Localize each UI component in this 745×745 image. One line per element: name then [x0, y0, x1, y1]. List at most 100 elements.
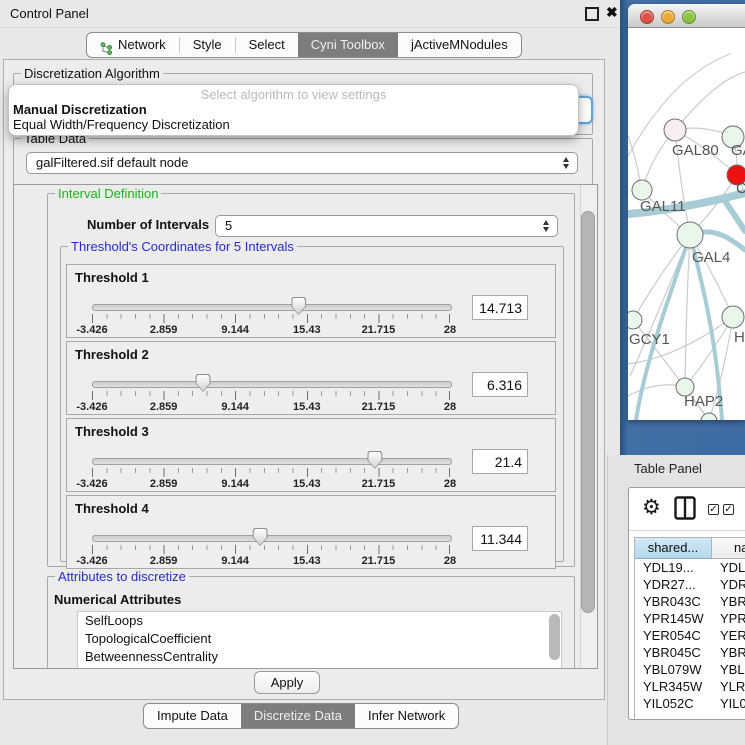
slider-track[interactable]: [92, 381, 452, 388]
table-cell[interactable]: YBL079W: [712, 661, 745, 678]
threshold-value-field[interactable]: 21.4: [472, 449, 528, 474]
slider-ticks: [92, 391, 450, 400]
table-cell[interactable]: YPR145W: [712, 610, 745, 627]
list-scrollbar[interactable]: [549, 614, 560, 660]
table-row[interactable]: YPR145WYPR145W: [635, 610, 745, 627]
table-row[interactable]: YBR045CYBR045C: [635, 644, 745, 661]
algorithm-dropdown-popup: Select algorithm to view settings Manual…: [8, 84, 579, 136]
network-canvas[interactable]: GAL80GACGAL11GAL4GCY1HHAP2: [628, 28, 745, 420]
stepper-arrows-icon: [563, 157, 569, 169]
checkbox-icon[interactable]: ✓: [723, 504, 734, 515]
tab-cyni-toolbox[interactable]: Cyni Toolbox: [298, 33, 398, 57]
network-node-label: HAP2: [684, 393, 723, 410]
tick-label: 21.715: [362, 324, 396, 336]
table-data-combobox[interactable]: galFiltered.sif default node: [26, 152, 578, 174]
table-header-row: shared... na: [635, 538, 745, 559]
threshold-slider[interactable]: -3.4262.8599.14415.4321.71528: [92, 297, 450, 337]
tick-label: 15.43: [293, 324, 321, 336]
table-row[interactable]: YDL19...YDL19...: [635, 559, 745, 576]
tab-discretize-data[interactable]: Discretize Data: [241, 704, 355, 728]
zoom-traffic-light-icon[interactable]: [682, 10, 696, 24]
table-cell[interactable]: YDL19...: [635, 559, 712, 576]
gear-icon[interactable]: ⚙: [642, 495, 661, 519]
table-cell[interactable]: YLR345W: [712, 678, 745, 695]
option-manual-discretization[interactable]: Manual Discretization: [13, 102, 147, 117]
slider-thumb[interactable]: [291, 297, 306, 315]
table-cell[interactable]: YBL079W: [635, 661, 712, 678]
threshold-value-field[interactable]: 6.316: [472, 372, 528, 397]
scrollbar-thumb[interactable]: [581, 211, 595, 613]
column-header-name[interactable]: na: [712, 538, 745, 559]
table-cell[interactable]: YER054C: [635, 627, 712, 644]
table-cell[interactable]: YBR045C: [712, 644, 745, 661]
table-cell[interactable]: YDR27...: [712, 576, 745, 593]
tab-style[interactable]: Style: [180, 33, 235, 57]
slider-scale: -3.4262.8599.14415.4321.71528: [92, 324, 450, 337]
threshold-value-field[interactable]: 14.713: [472, 295, 528, 320]
slider-thumb[interactable]: [253, 528, 268, 546]
float-window-icon[interactable]: [585, 7, 599, 21]
network-node-label: GA: [731, 142, 745, 159]
split-table-icon[interactable]: [674, 496, 696, 525]
tab-jactivemnodules[interactable]: jActiveMNodules: [398, 33, 521, 57]
table-row[interactable]: YDR27...YDR27...: [635, 576, 745, 593]
slider-thumb[interactable]: [367, 451, 382, 469]
minimize-traffic-light-icon[interactable]: [661, 10, 675, 24]
threshold-value-field[interactable]: 11.344: [472, 526, 528, 551]
attribute-item[interactable]: SelfLoops: [78, 612, 561, 630]
network-node[interactable]: [722, 306, 744, 328]
slider-track[interactable]: [92, 304, 452, 311]
threshold-row: Threshold 1 -3.4262.8599.14415.4321.7152…: [66, 264, 556, 338]
number-of-intervals-combobox[interactable]: 5: [215, 215, 558, 237]
tab-select[interactable]: Select: [236, 33, 298, 57]
table-row[interactable]: YLR345WYLR345W: [635, 678, 745, 695]
numerical-attributes-label: Numerical Attributes: [54, 592, 181, 607]
table-row[interactable]: YIL052CYIL052C: [635, 695, 745, 712]
network-node[interactable]: [628, 311, 642, 329]
threshold-slider[interactable]: -3.4262.8599.14415.4321.71528: [92, 528, 450, 568]
table-cell[interactable]: YBR043C: [635, 593, 712, 610]
table-row[interactable]: YER054CYER054C: [635, 627, 745, 644]
table-row[interactable]: YBL079WYBL079W: [635, 661, 745, 678]
tick-label: 15.43: [293, 478, 321, 490]
group-legend: Interval Definition: [55, 186, 161, 201]
table-cell[interactable]: YDR27...: [635, 576, 712, 593]
network-node[interactable]: [632, 180, 652, 200]
network-node[interactable]: [677, 222, 703, 248]
settings-scrollpane: Interval Definition Number of Intervals …: [13, 184, 598, 669]
apply-button[interactable]: Apply: [254, 671, 320, 694]
attribute-item[interactable]: TopologicalCoefficient: [78, 630, 561, 648]
checkbox-icon[interactable]: ✓: [708, 504, 719, 515]
tab-infer-network[interactable]: Infer Network: [355, 704, 458, 728]
network-node[interactable]: [664, 119, 686, 141]
close-icon[interactable]: ✖: [606, 4, 618, 21]
threshold-slider[interactable]: -3.4262.8599.14415.4321.71528: [92, 451, 450, 491]
table-row[interactable]: YBR043CYBR043C: [635, 593, 745, 610]
tick-label: 9.144: [221, 324, 249, 336]
threshold-row: Threshold 2 -3.4262.8599.14415.4321.7152…: [66, 341, 556, 415]
table-cell[interactable]: YIL052C: [635, 695, 712, 712]
column-header-shared-name[interactable]: shared...: [635, 538, 712, 559]
table-cell[interactable]: YIL052C: [712, 695, 745, 712]
option-equal-width-frequency[interactable]: Equal Width/Frequency Discretization: [13, 117, 230, 132]
attribute-item[interactable]: BetweennessCentrality: [78, 648, 561, 666]
slider-track[interactable]: [92, 535, 452, 542]
table-panel-title: Table Panel: [634, 461, 702, 476]
tab-network[interactable]: Network: [87, 33, 179, 57]
network-edge: [633, 235, 690, 320]
slider-track[interactable]: [92, 458, 452, 465]
table-cell[interactable]: YBR043C: [712, 593, 745, 610]
threshold-slider[interactable]: -3.4262.8599.14415.4321.71528: [92, 374, 450, 414]
table-cell[interactable]: YBR045C: [635, 644, 712, 661]
slider-thumb[interactable]: [195, 374, 210, 392]
network-window-titlebar[interactable]: [628, 4, 745, 28]
close-traffic-light-icon[interactable]: [640, 10, 654, 24]
table-cell[interactable]: YDL19...: [712, 559, 745, 576]
network-node[interactable]: [701, 413, 717, 420]
table-cell[interactable]: YER054C: [712, 627, 745, 644]
node-table: shared... na YDL19...YDL19...YDR27...YDR…: [634, 537, 745, 719]
table-cell[interactable]: YPR145W: [635, 610, 712, 627]
network-window-frame: GAL80GACGAL11GAL4GCY1HHAP2: [620, 0, 745, 455]
table-cell[interactable]: YLR345W: [635, 678, 712, 695]
tab-impute-data[interactable]: Impute Data: [144, 704, 241, 728]
